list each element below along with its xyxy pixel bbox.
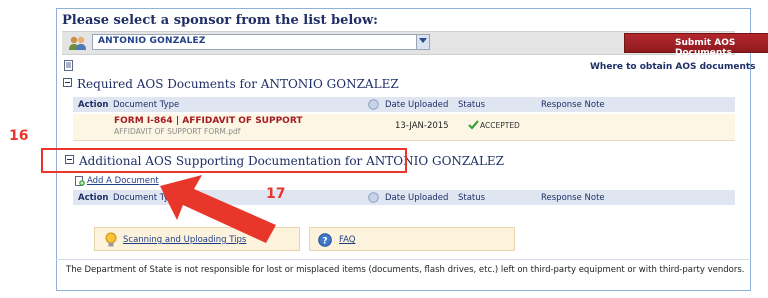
annotation-arrow [160, 175, 276, 243]
